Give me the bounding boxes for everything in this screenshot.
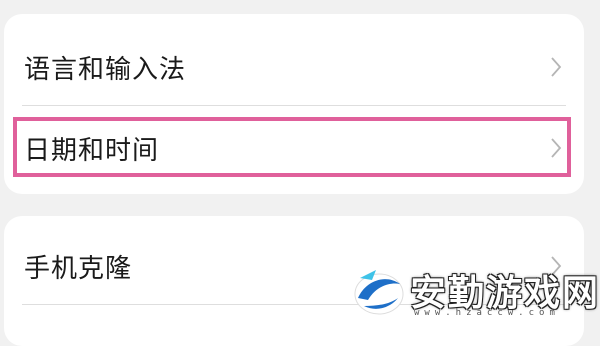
settings-item-date-time[interactable]: 日期和时间	[4, 107, 584, 189]
settings-item-label: 语言和输入法	[24, 54, 187, 85]
watermark-logo-icon	[350, 264, 408, 318]
chevron-right-icon	[550, 56, 562, 78]
chevron-right-icon	[550, 137, 562, 159]
settings-item-label: 手机克隆	[24, 253, 133, 284]
settings-group-1: 语言和输入法 日期和时间	[4, 14, 584, 194]
watermark-url: www.hzaccw.com	[414, 308, 560, 318]
settings-item-language-input[interactable]: 语言和输入法	[4, 26, 584, 108]
divider	[22, 105, 566, 106]
watermark: 安勤游戏网 www.hzaccw.com	[350, 262, 598, 320]
settings-item-label: 日期和时间	[24, 135, 160, 166]
